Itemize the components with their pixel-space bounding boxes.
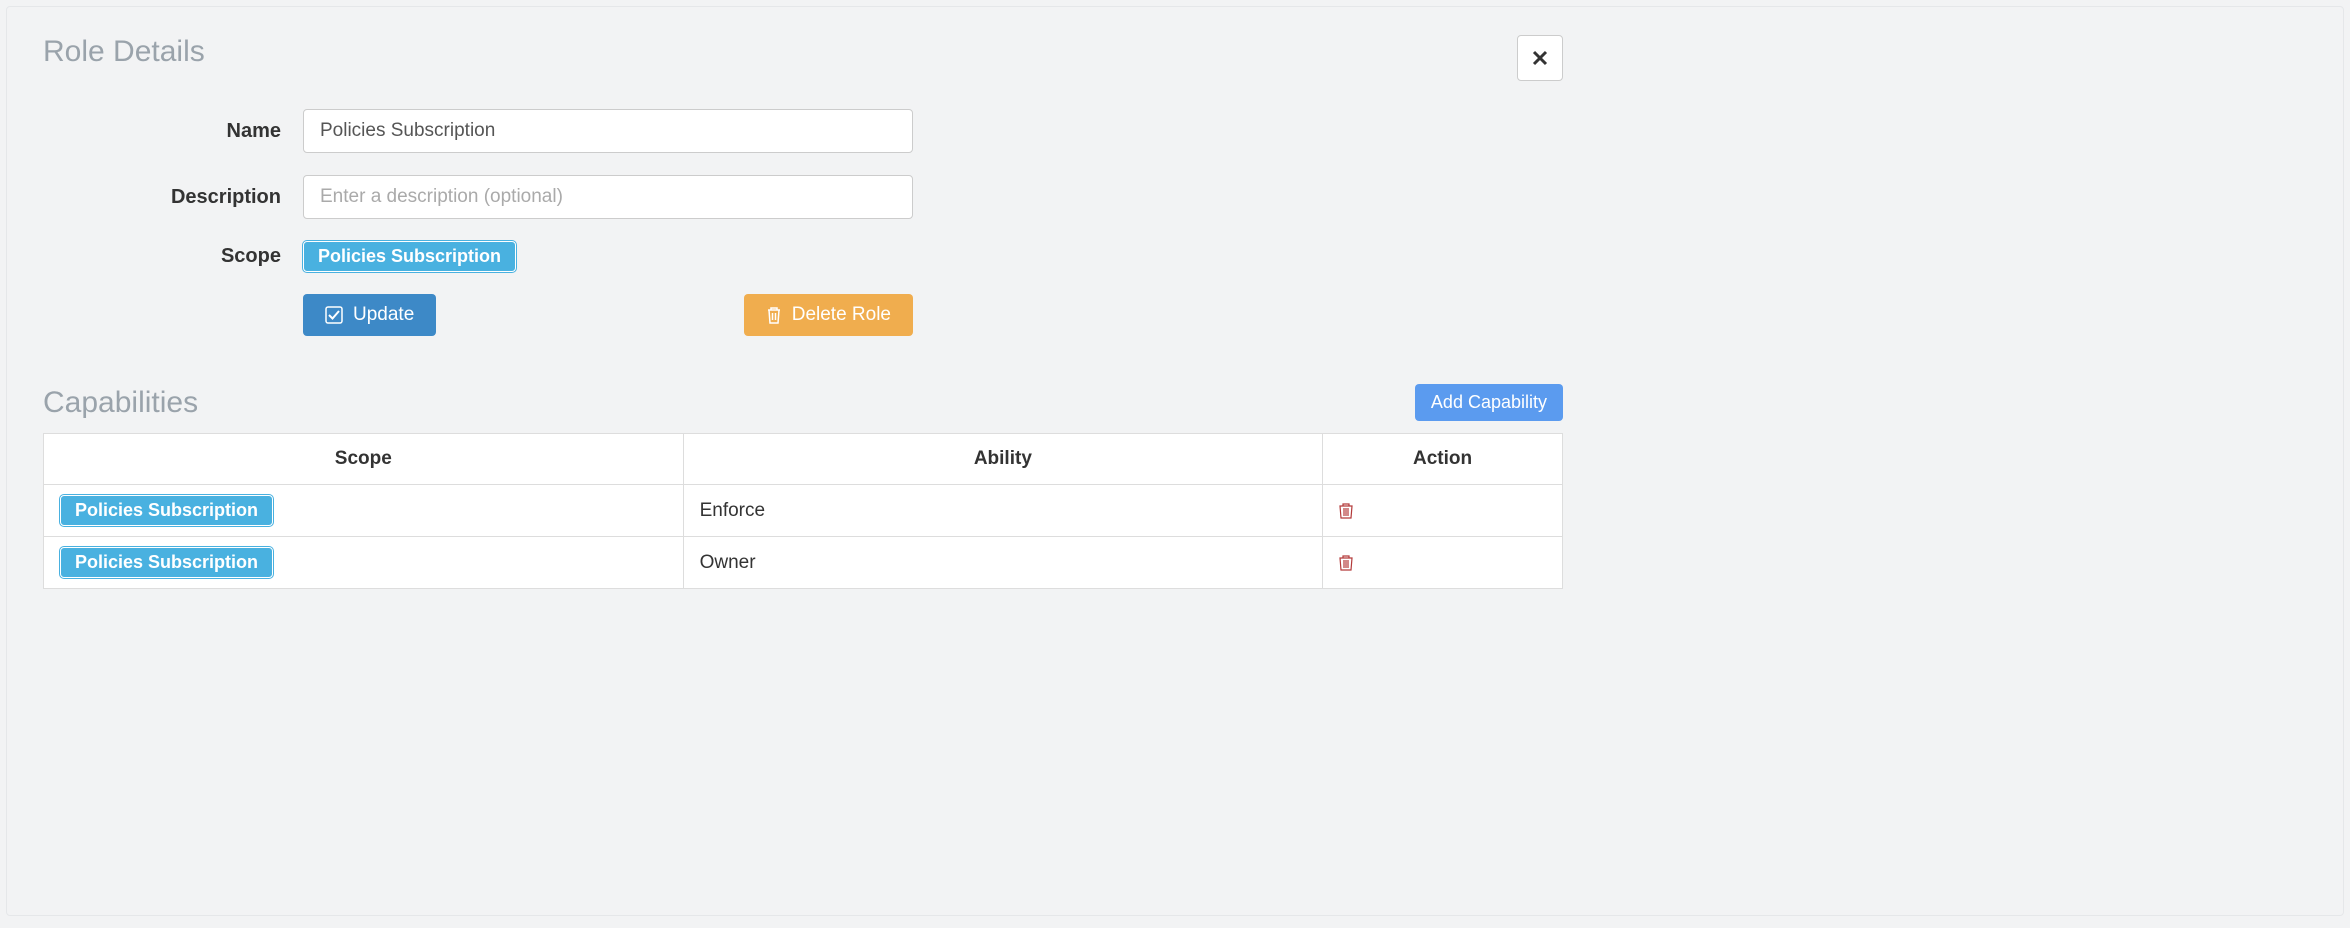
button-row: Update Delete Role [303,294,913,336]
panel-inner: Role Details Name Description Scope Poli… [43,35,1603,589]
col-header-ability: Ability [683,434,1323,485]
table-row: Policies Subscription Owner [44,537,1563,589]
delete-role-button-label: Delete Role [792,304,891,326]
delete-capability-button[interactable] [1339,503,1546,519]
add-capability-button[interactable]: Add Capability [1415,384,1563,421]
scope-label: Scope [43,245,303,268]
cell-ability: Owner [683,537,1323,589]
capabilities-title: Capabilities [43,386,198,420]
scope-row: Scope Policies Subscription [43,241,1603,272]
scope-badge[interactable]: Policies Subscription [303,241,516,272]
col-header-scope: Scope [44,434,684,485]
name-label: Name [43,120,303,143]
update-button-label: Update [353,304,414,326]
table-row: Policies Subscription Enforce [44,485,1563,537]
description-label: Description [43,186,303,209]
scope-badge[interactable]: Policies Subscription [60,495,273,526]
close-icon [1532,50,1548,66]
cell-action [1323,485,1563,537]
cell-ability: Enforce [683,485,1323,537]
role-details-panel: Role Details Name Description Scope Poli… [6,6,2344,916]
role-details-title: Role Details [43,35,205,69]
scope-badge[interactable]: Policies Subscription [60,547,273,578]
table-body: Policies Subscription Enforce Policies S… [44,485,1563,589]
description-row: Description [43,175,1603,219]
description-input[interactable] [303,175,913,219]
cell-scope: Policies Subscription [44,485,684,537]
capabilities-section: Capabilities Add Capability Scope Abilit… [43,384,1603,589]
capabilities-header: Capabilities Add Capability [43,384,1563,421]
name-input[interactable] [303,109,913,153]
header-row: Role Details [43,35,1563,87]
add-capability-button-label: Add Capability [1431,392,1547,413]
name-row: Name [43,109,1603,153]
trash-icon [766,306,782,324]
delete-capability-button[interactable] [1339,555,1546,571]
check-icon [325,306,343,324]
capabilities-table: Scope Ability Action Policies Subscripti… [43,433,1563,589]
close-button[interactable] [1517,35,1563,81]
delete-role-button[interactable]: Delete Role [744,294,913,336]
cell-scope: Policies Subscription [44,537,684,589]
update-button[interactable]: Update [303,294,436,336]
col-header-action: Action [1323,434,1563,485]
table-header: Scope Ability Action [44,434,1563,485]
cell-action [1323,537,1563,589]
